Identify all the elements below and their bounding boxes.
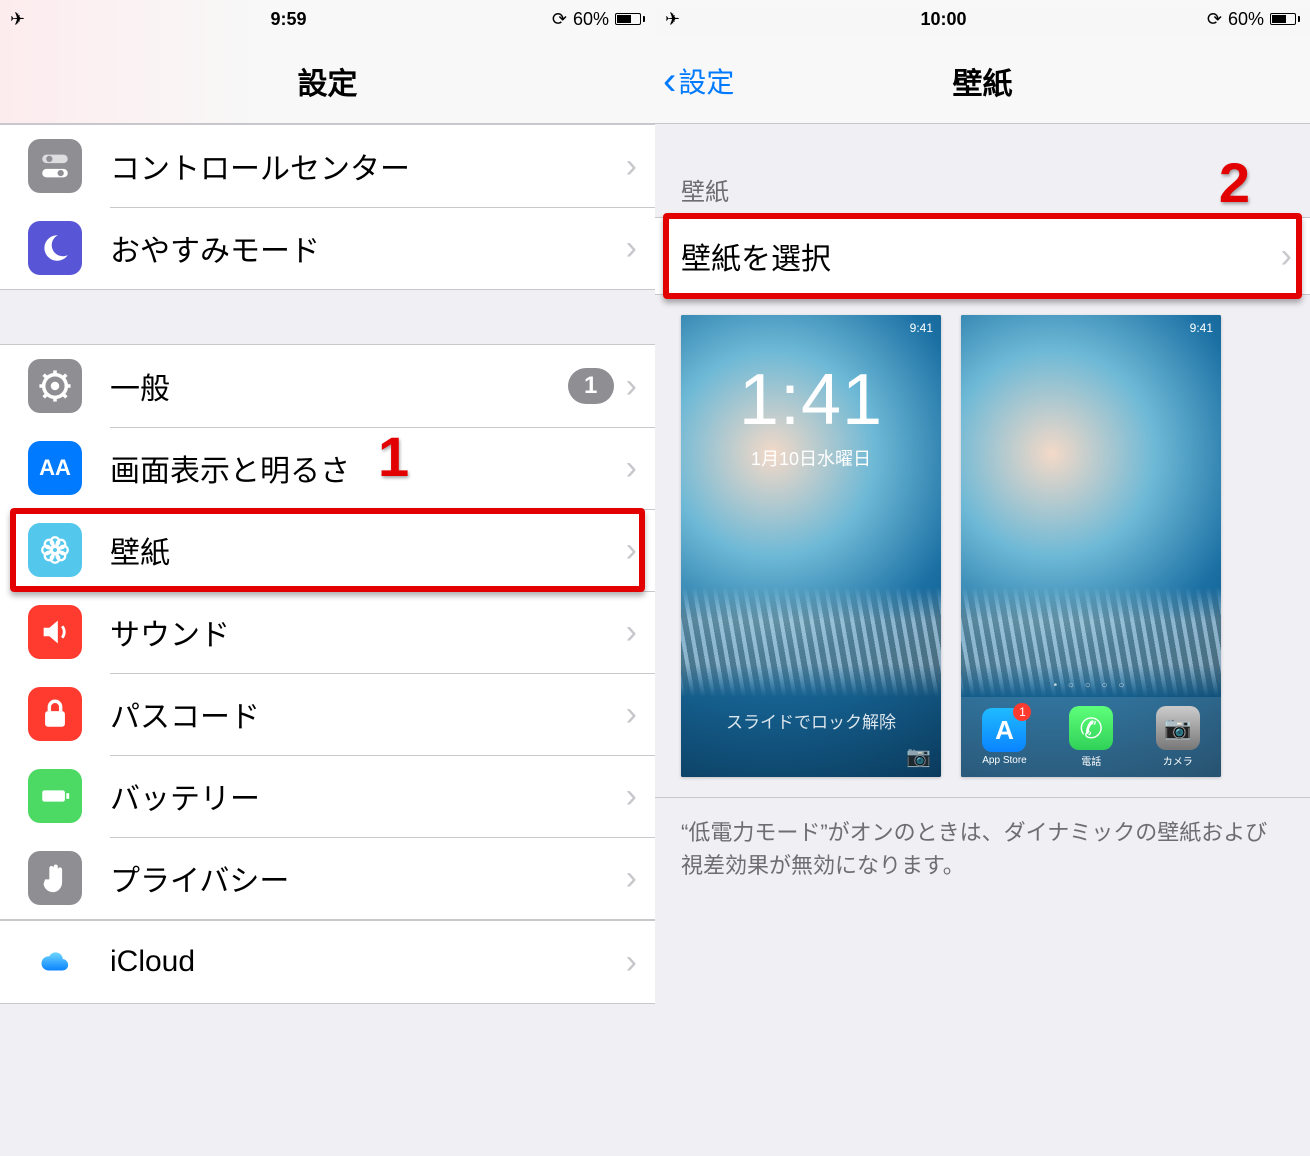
app-camera: カメラ [1156, 706, 1200, 768]
page-title: 壁紙 [953, 59, 1013, 103]
row-label: 壁紙 [110, 528, 626, 572]
settings-group-1: コントロールセンター › おやすみモード › [0, 124, 655, 290]
chevron-right-icon: › [1281, 237, 1292, 276]
page-title: 設定 [298, 59, 358, 103]
speaker-icon [28, 605, 82, 659]
dock: 1 App Store 電話 カメラ [961, 697, 1221, 777]
chevron-right-icon: › [626, 777, 655, 816]
row-label: 画面表示と明るさ [110, 446, 626, 490]
airplane-icon: ✈︎ [10, 9, 25, 30]
status-time: 10:00 [920, 9, 966, 30]
nav-bar: 設定 [0, 38, 655, 124]
choose-wallpaper-container: 壁紙を選択 › [655, 217, 1310, 295]
row-label: おやすみモード [110, 226, 626, 270]
lock-icon [28, 687, 82, 741]
row-do-not-disturb[interactable]: おやすみモード › [0, 207, 655, 289]
chevron-right-icon: › [626, 229, 655, 268]
rotation-lock-icon: ⟳ [552, 9, 567, 30]
back-label: 設定 [678, 61, 734, 101]
row-label: サウンド [110, 610, 626, 654]
row-battery[interactable]: バッテリー › [0, 755, 655, 837]
row-passcode[interactable]: パスコード › [0, 673, 655, 755]
row-display-brightness[interactable]: AA 画面表示と明るさ › [0, 427, 655, 509]
chevron-right-icon: › [626, 147, 655, 186]
chevron-right-icon: › [626, 367, 655, 406]
page-dots: • ○ ○ ○ ○ [961, 680, 1221, 691]
wallpaper-previews: 9:41 1:41 1月10日水曜日 スライドでロック解除 📷 9:41 • ○… [655, 295, 1310, 797]
chevron-right-icon: › [626, 859, 655, 898]
rotation-lock-icon: ⟳ [1207, 9, 1222, 30]
row-label: パスコード [110, 692, 626, 736]
chevron-right-icon: › [626, 531, 655, 570]
battery-icon [615, 13, 645, 25]
airplane-icon: ✈︎ [665, 9, 680, 30]
app-badge: 1 [1013, 703, 1031, 721]
lock-clock: 1:41 [681, 359, 941, 441]
lock-date: 1月10日水曜日 [681, 445, 941, 471]
device-settings-list: ✈︎ 9:59 ⟳ 60% 設定 コントロールセンター › おやすみモード › [0, 0, 655, 1156]
app-label: App Store [982, 755, 1026, 766]
status-bar: ✈︎ 10:00 ⟳ 60% [655, 0, 1310, 38]
footer-note: “低電力モード”がオンのときは、ダイナミックの壁紙および視差効果が無効になります… [655, 797, 1310, 900]
status-time: 9:59 [270, 9, 306, 30]
back-button[interactable]: ‹ 設定 [663, 38, 734, 123]
chevron-right-icon: › [626, 449, 655, 488]
row-privacy[interactable]: プライバシー › [0, 837, 655, 919]
row-control-center[interactable]: コントロールセンター › [0, 125, 655, 207]
phone-icon [1069, 706, 1113, 750]
appstore-icon: 1 [982, 708, 1026, 752]
camera-shortcut-icon: 📷 [906, 744, 931, 769]
moon-icon [28, 221, 82, 275]
preview-home-screen[interactable]: 9:41 • ○ ○ ○ ○ 1 App Store 電話 カメラ [961, 315, 1221, 777]
chevron-left-icon: ‹ [663, 61, 676, 101]
preview-lock-screen[interactable]: 9:41 1:41 1月10日水曜日 スライドでロック解除 📷 [681, 315, 941, 777]
nav-bar: ‹ 設定 壁紙 [655, 38, 1310, 124]
row-choose-wallpaper[interactable]: 壁紙を選択 › [655, 217, 1310, 295]
row-label: プライバシー [110, 856, 626, 900]
row-label: iCloud [110, 945, 626, 979]
gear-icon [28, 359, 82, 413]
row-label: 一般 [110, 364, 568, 408]
hand-icon [28, 851, 82, 905]
battery-percent: 60% [573, 9, 609, 30]
camera-icon [1156, 706, 1200, 750]
app-label: 電話 [1081, 753, 1101, 768]
row-wallpaper[interactable]: 壁紙 › [0, 509, 655, 591]
battery-percent: 60% [1228, 9, 1264, 30]
preview-status-bar: 9:41 [910, 321, 933, 335]
slide-to-unlock-label: スライドでロック解除 [681, 708, 941, 733]
settings-group-3: iCloud › [0, 920, 655, 1004]
row-label: 壁紙を選択 [681, 234, 831, 278]
chevron-right-icon: › [626, 613, 655, 652]
row-label: コントロールセンター [110, 144, 626, 188]
chevron-right-icon: › [626, 695, 655, 734]
row-label: バッテリー [110, 774, 626, 818]
row-general[interactable]: 一般 1 › [0, 345, 655, 427]
status-bar: ✈︎ 9:59 ⟳ 60% [0, 0, 655, 38]
notification-badge: 1 [568, 368, 614, 404]
preview-status-bar: 9:41 [1190, 321, 1213, 335]
app-label: カメラ [1163, 753, 1193, 768]
battery-row-icon [28, 769, 82, 823]
icloud-icon [28, 935, 82, 989]
row-icloud[interactable]: iCloud › [0, 921, 655, 1003]
group-spacer [0, 290, 655, 344]
flower-icon [28, 523, 82, 577]
device-wallpaper-screen: ✈︎ 10:00 ⟳ 60% ‹ 設定 壁紙 壁紙 壁紙を選択 › 2 [655, 0, 1310, 1156]
row-sounds[interactable]: サウンド › [0, 591, 655, 673]
wallpaper-texture [681, 587, 941, 697]
chevron-right-icon: › [626, 943, 655, 982]
battery-icon [1270, 13, 1300, 25]
app-appstore: 1 App Store [982, 708, 1026, 766]
section-header-wallpaper: 壁紙 [655, 124, 1310, 217]
app-phone: 電話 [1069, 706, 1113, 768]
settings-group-2: 一般 1 › AA 画面表示と明るさ › 壁紙 › サウンド › [0, 344, 655, 920]
control-center-icon [28, 139, 82, 193]
display-icon: AA [28, 441, 82, 495]
